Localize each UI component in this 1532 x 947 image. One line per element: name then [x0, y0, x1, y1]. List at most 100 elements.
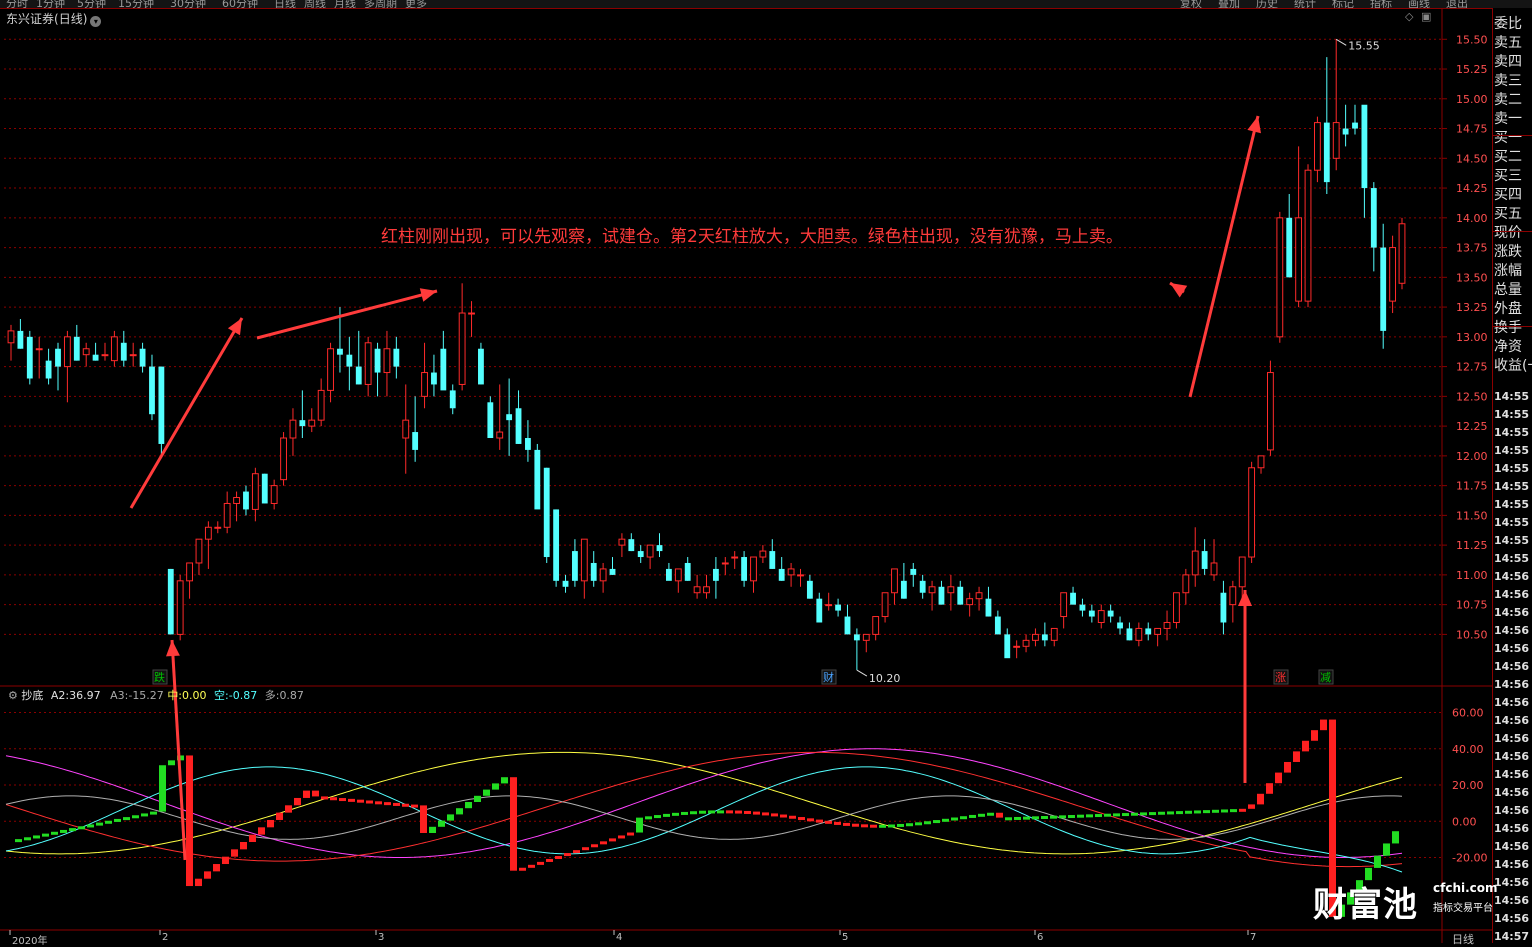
candle [1013, 640, 1021, 659]
indicator-bar [753, 811, 760, 815]
candle [797, 568, 804, 587]
indicator-name[interactable]: 抄底 [21, 689, 43, 702]
stock-chart[interactable]: 10.50 10.75 11.00 11.25 11.50 11.75 12.00 12.25… [0, 0, 1532, 943]
candle-body [816, 598, 823, 623]
indicator-bar [933, 820, 940, 824]
candle [195, 538, 203, 575]
candle [674, 568, 682, 593]
indicator-bar [915, 822, 922, 826]
tick-time: 14:56 [1494, 624, 1530, 637]
indicator-bar [1203, 810, 1210, 814]
quote-field-label: 收益(一 [1494, 358, 1532, 374]
candle-body [853, 634, 860, 641]
stock-name: 东兴证券 [6, 12, 55, 26]
candle-body [797, 574, 804, 577]
indicator-bar [798, 817, 805, 821]
candle [270, 479, 278, 510]
chevron-down-icon[interactable]: ▾ [90, 16, 102, 27]
candle-body [778, 568, 785, 581]
candle-body [721, 562, 729, 565]
tick-time: 14:56 [1494, 876, 1530, 889]
candle [1022, 634, 1030, 653]
indicator-bar [951, 817, 958, 821]
indicator-bar [780, 814, 787, 818]
indicator-bar [555, 856, 562, 860]
candle-body [562, 580, 569, 587]
date-tick-label: 2020年 [12, 936, 48, 947]
restore-icon[interactable]: ▣ [1421, 10, 1431, 23]
candle [1248, 461, 1256, 563]
indicator-bar [888, 824, 895, 828]
candle-body [862, 633, 870, 641]
indicator-bar [204, 871, 211, 879]
indicator-bar [1275, 772, 1282, 784]
candle [393, 336, 400, 379]
candle-body [158, 366, 165, 444]
candle [1060, 592, 1068, 629]
indicator-bar [591, 844, 598, 848]
candle-body [1220, 592, 1227, 623]
quote-field-label: 卖三 [1494, 73, 1522, 89]
candle [449, 384, 456, 415]
candle [55, 342, 61, 391]
quote-section-divider [1493, 326, 1532, 327]
quote-section-divider [1493, 231, 1532, 232]
annotation-arrow [1169, 281, 1188, 298]
candle-body [1107, 610, 1114, 617]
candle-body [1070, 592, 1076, 605]
candle-body [204, 526, 212, 540]
event-tag-label: 减 [1320, 671, 1331, 684]
indicator-bar [834, 821, 841, 825]
tick-time: 14:57 [1494, 930, 1530, 943]
indicator-bar [1113, 813, 1120, 817]
candle [1398, 217, 1406, 290]
indicator-bar [231, 849, 238, 857]
indicator-settings-icon[interactable]: ⚙ [8, 689, 18, 702]
candle-body [487, 402, 494, 439]
price-tick-label: 15.00 [1456, 93, 1488, 106]
candle [1050, 627, 1058, 647]
candle-body [478, 348, 484, 385]
candle-body [1398, 223, 1406, 284]
candle [1135, 622, 1143, 647]
indicator-bar [519, 867, 526, 871]
quote-field-label: 换手 [1494, 320, 1522, 336]
quote-field-label: 卖四 [1494, 54, 1522, 70]
candle-body [149, 366, 155, 415]
candle-body [1097, 610, 1105, 623]
indicator-bar [1095, 814, 1102, 818]
indicator-bar [960, 816, 967, 820]
annotation-text: 红柱刚刚出现，可以先观察，试建仓。第2天红柱放大，大胆卖。绿色柱出现，没有犹豫，… [381, 227, 1123, 247]
candle [1004, 628, 1011, 659]
indicator-bar [627, 832, 634, 836]
indicator-bar [132, 815, 139, 819]
candle [458, 283, 466, 391]
indicator-bar [42, 833, 49, 837]
candle-body [327, 348, 334, 391]
period-label[interactable]: 日线 [1452, 931, 1474, 947]
quote-field-label: 委比 [1494, 16, 1522, 32]
indicator-bar [1320, 719, 1327, 731]
indicator-bar [1302, 740, 1309, 752]
candle [741, 551, 748, 587]
diamond-icon[interactable]: ◇ [1405, 10, 1413, 23]
candle-body [261, 473, 268, 504]
indicator-bar [1005, 817, 1012, 821]
event-tag: 跌 [152, 669, 168, 685]
low-marker-line [856, 669, 868, 677]
candle-body [120, 342, 127, 361]
tick-time: 14:55 [1494, 534, 1530, 547]
candle [1286, 194, 1293, 278]
indicator-bar [285, 805, 292, 813]
indicator-bar [789, 815, 796, 819]
candle-body [665, 568, 672, 581]
candle [646, 544, 654, 569]
quote-field-label: 买五 [1494, 206, 1522, 222]
candle [928, 580, 936, 611]
indicator-bar [276, 812, 283, 820]
tick-time: 14:56 [1494, 696, 1530, 709]
candle [1145, 622, 1152, 641]
candle [712, 557, 719, 599]
candle [110, 330, 118, 367]
candle [853, 628, 860, 671]
